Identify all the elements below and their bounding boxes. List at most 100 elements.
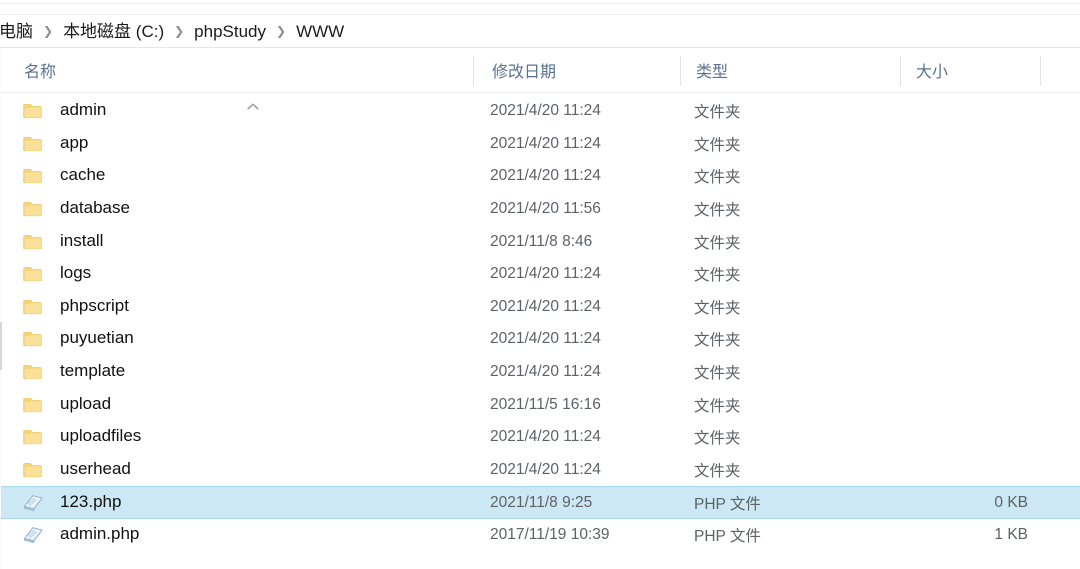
column-divider-type-size[interactable] xyxy=(900,56,901,86)
file-date-modified-cell: 2021/11/5 16:16 xyxy=(490,395,601,413)
file-date-modified-cell: 2021/4/20 11:24 xyxy=(490,297,601,315)
file-size-cell xyxy=(894,95,1034,128)
file-type-cell: 文件夹 xyxy=(694,365,741,383)
file-name-cell[interactable]: userhead xyxy=(22,454,472,487)
column-header-type[interactable]: 类型 xyxy=(694,48,894,92)
file-size-cell: 0 KB xyxy=(994,494,1028,512)
breadcrumb-separator-icon: ❯ xyxy=(43,24,54,38)
breadcrumb[interactable]: 电脑 ❯ 本地磁盘 (C:) ❯ phpStudy ❯ WWW xyxy=(0,17,1080,47)
file-date-modified-cell: 2021/4/20 11:24 xyxy=(490,167,601,185)
file-type-cell: 文件夹 xyxy=(694,332,741,350)
file-name-cell[interactable]: upload xyxy=(22,388,472,421)
file-row[interactable]: uploadfiles 2021/4/20 11:24 文件夹 xyxy=(0,421,1080,454)
file-list[interactable]: admin 2021/4/20 11:24 文件夹 app 2021/4/20 11:2… xyxy=(0,95,1080,569)
file-date-modified-cell: 2021/4/20 11:24 xyxy=(490,363,601,381)
file-size-cell xyxy=(894,160,1034,193)
folder-icon xyxy=(22,198,44,220)
file-name-cell[interactable]: app xyxy=(22,128,472,161)
file-date-modified-cell: 2021/4/20 11:24 xyxy=(490,460,601,478)
file-name-cell[interactable]: database xyxy=(22,193,472,226)
file-row[interactable]: database 2021/4/20 11:56 文件夹 xyxy=(0,193,1080,226)
file-name-cell[interactable]: admin.php xyxy=(22,519,472,552)
php-file-icon xyxy=(22,492,44,514)
left-edge-line xyxy=(0,48,1,569)
column-header-date-modified[interactable]: 修改日期 xyxy=(490,48,680,92)
folder-icon xyxy=(22,426,44,448)
file-row[interactable]: puyuetian 2021/4/20 11:24 文件夹 xyxy=(0,323,1080,356)
file-row[interactable]: userhead 2021/4/20 11:24 文件夹 xyxy=(0,454,1080,487)
file-date-modified-cell: 2021/11/8 8:46 xyxy=(490,232,593,250)
file-row[interactable]: template 2021/4/20 11:24 文件夹 xyxy=(0,356,1080,389)
column-header-date-modified-label: 修改日期 xyxy=(492,64,557,81)
navigation-pane-scrollbar-thumb[interactable] xyxy=(0,322,2,370)
file-size-cell xyxy=(894,225,1034,258)
column-header-name[interactable]: 名称 xyxy=(22,48,472,92)
file-name-label: admin xyxy=(60,100,107,120)
file-size-cell xyxy=(894,323,1034,356)
file-row[interactable]: phpscript 2021/4/20 11:24 文件夹 xyxy=(0,291,1080,324)
file-name-label: puyuetian xyxy=(60,328,134,348)
file-type-cell: 文件夹 xyxy=(694,397,741,415)
folder-icon xyxy=(22,263,44,285)
file-name-label: 123.php xyxy=(60,492,122,512)
column-header-type-label: 类型 xyxy=(696,64,729,81)
file-row[interactable]: app 2021/4/20 11:24 文件夹 xyxy=(0,128,1080,161)
column-divider-date-type[interactable] xyxy=(680,56,681,86)
file-date-modified-cell: 2017/11/19 10:39 xyxy=(490,526,610,544)
file-row[interactable]: install 2021/11/8 8:46 文件夹 xyxy=(0,225,1080,258)
file-name-label: app xyxy=(60,132,89,152)
file-date-modified-cell: 2021/11/8 9:25 xyxy=(490,494,593,512)
column-header-size[interactable]: 大小 xyxy=(914,48,1034,92)
breadcrumb-item-3[interactable]: phpStudy xyxy=(193,17,267,47)
file-name-cell[interactable]: 123.php xyxy=(22,487,472,520)
column-divider-size-end[interactable] xyxy=(1040,56,1041,86)
toolbar-bottom-divider xyxy=(0,14,1080,15)
folder-icon xyxy=(22,361,44,383)
file-type-cell: PHP 文件 xyxy=(694,496,761,514)
file-row[interactable]: 123.php 2021/11/8 9:25 PHP 文件 0 KB xyxy=(0,486,1080,519)
file-date-modified-cell: 2021/4/20 11:24 xyxy=(490,102,601,120)
folder-icon xyxy=(22,231,44,253)
breadcrumb-item-2[interactable]: 本地磁盘 (C:) xyxy=(62,17,165,47)
file-name-label: template xyxy=(60,361,126,381)
file-size-cell xyxy=(894,388,1034,421)
file-row[interactable]: upload 2021/11/5 16:16 文件夹 xyxy=(0,388,1080,421)
file-name-label: admin.php xyxy=(60,524,140,544)
file-size-cell xyxy=(894,356,1034,389)
breadcrumb-separator-icon: ❯ xyxy=(174,24,185,38)
file-name-label: database xyxy=(60,198,130,218)
file-date-modified-cell: 2021/4/20 11:56 xyxy=(490,200,601,218)
folder-icon xyxy=(22,328,44,350)
file-row[interactable]: logs 2021/4/20 11:24 文件夹 xyxy=(0,258,1080,291)
file-type-cell: 文件夹 xyxy=(694,234,741,252)
folder-icon xyxy=(22,296,44,318)
file-name-cell[interactable]: logs xyxy=(22,258,472,291)
file-name-cell[interactable]: admin xyxy=(22,95,472,128)
file-type-cell: 文件夹 xyxy=(694,169,741,187)
file-date-modified-cell: 2021/4/20 11:24 xyxy=(490,134,601,152)
breadcrumb-item-1[interactable]: 电脑 xyxy=(0,17,34,47)
file-size-cell: 1 KB xyxy=(994,526,1028,544)
file-name-cell[interactable]: install xyxy=(22,225,472,258)
php-file-icon xyxy=(22,524,44,546)
file-name-cell[interactable]: puyuetian xyxy=(22,323,472,356)
file-name-cell[interactable]: cache xyxy=(22,160,472,193)
file-row[interactable]: admin 2021/4/20 11:24 文件夹 xyxy=(0,95,1080,128)
file-row[interactable]: admin.php 2017/11/19 10:39 PHP 文件 1 KB xyxy=(0,519,1080,552)
column-header-row: 名称 修改日期 类型 大小 xyxy=(0,48,1080,110)
file-name-cell[interactable]: uploadfiles xyxy=(22,421,472,454)
folder-icon xyxy=(22,459,44,481)
file-name-label: cache xyxy=(60,165,106,185)
folder-icon xyxy=(22,133,44,155)
file-name-cell[interactable]: template xyxy=(22,356,472,389)
breadcrumb-separator-icon: ❯ xyxy=(276,24,287,38)
column-divider-name-date[interactable] xyxy=(473,56,474,86)
file-row[interactable]: cache 2021/4/20 11:24 文件夹 xyxy=(0,160,1080,193)
file-size-cell xyxy=(894,258,1034,291)
file-type-cell: 文件夹 xyxy=(694,430,741,448)
folder-icon xyxy=(22,394,44,416)
file-name-cell[interactable]: phpscript xyxy=(22,291,472,324)
file-type-cell: 文件夹 xyxy=(694,202,741,220)
breadcrumb-item-4[interactable]: WWW xyxy=(295,17,345,47)
column-header-size-label: 大小 xyxy=(916,64,949,81)
